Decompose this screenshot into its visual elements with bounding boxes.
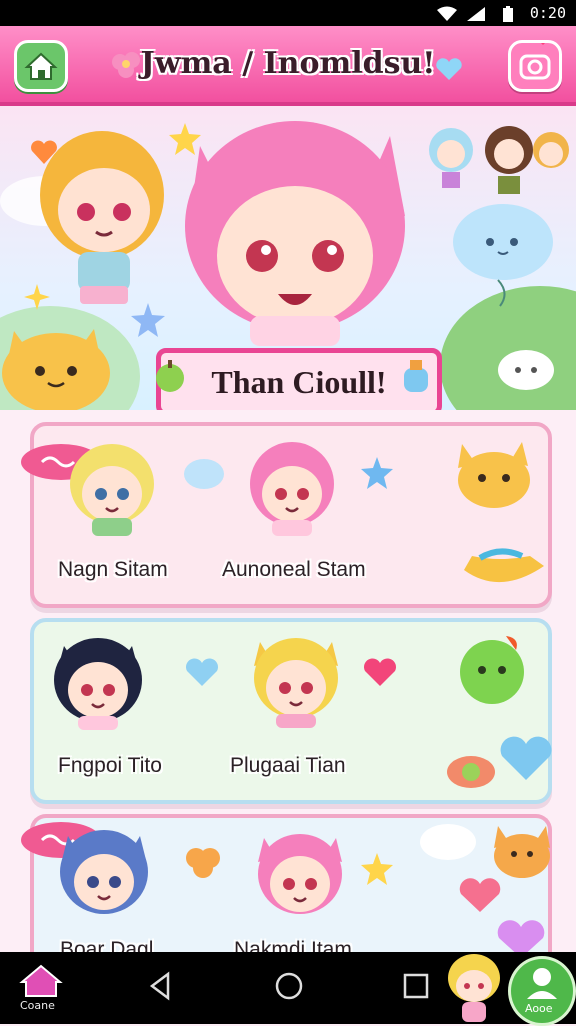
character-portrait-right[interactable]: [252, 828, 348, 924]
small-characters-group: [429, 126, 569, 194]
star-icon: [361, 853, 393, 885]
profile-button[interactable]: Aooe: [508, 956, 576, 1026]
cat-face-icon: [494, 826, 550, 878]
heart-icon: [436, 58, 462, 80]
candy-icon: [447, 756, 495, 788]
character-name-left: Nagn Sitam: [58, 558, 168, 581]
heart-icon: [500, 736, 552, 780]
character-card-2[interactable]: Fngpoi Tito Plugaai Tian: [30, 618, 552, 804]
home-tab-label: Coane: [20, 999, 55, 1012]
yellow-cat-icon: [2, 329, 110, 410]
character-portrait-left[interactable]: [56, 826, 152, 922]
character-name-right: Plugaai Tian: [230, 754, 346, 777]
home-button[interactable]: [14, 40, 68, 92]
chibi-girl-icon: [448, 954, 500, 1022]
profile-button-label: Aooe: [525, 1002, 553, 1015]
cloud-face-icon: [498, 350, 554, 390]
character-card-1[interactable]: Nagn Sitam Aunoneal Stam: [21, 422, 552, 608]
heart-icon: [186, 658, 218, 686]
recents-icon[interactable]: [402, 970, 430, 1002]
star-icon: [131, 303, 165, 337]
fruit-icon: [156, 360, 184, 392]
green-apple-icon: [460, 636, 524, 704]
home-icon: [19, 964, 63, 997]
camera-icon: [519, 40, 551, 80]
hero-banner-text: Than Cioull!: [211, 364, 387, 400]
cat-face-icon: [458, 442, 530, 508]
character-portrait-right[interactable]: [248, 632, 344, 728]
wifi-icon: [437, 6, 457, 21]
star-icon: [361, 457, 393, 489]
cloud-balloon-icon: [453, 204, 553, 307]
status-time: 0:20: [529, 4, 566, 22]
user-icon: [527, 968, 557, 999]
character-portrait-left[interactable]: [50, 634, 146, 730]
cloud-icon: [184, 459, 224, 489]
signal-icon: [467, 7, 485, 21]
character-name-right: Aunoneal Stam: [222, 558, 366, 581]
bottom-navbar: Coane Aooe: [0, 952, 576, 1026]
flower-icon: [186, 848, 220, 878]
character-card-3[interactable]: Boar Dagl Nakmdi Itam: [21, 814, 552, 968]
heart-icon: [31, 140, 57, 164]
top-header: Jwma / Inomldsu!: [0, 26, 576, 106]
star-icon: [169, 123, 201, 155]
cloud-face-icon: [420, 824, 476, 860]
battery-icon: [503, 6, 513, 22]
camera-button[interactable]: [508, 40, 562, 92]
home-icon: [24, 52, 58, 80]
page-title: Jwma / Inomldsu!: [140, 46, 436, 81]
back-icon[interactable]: [146, 970, 172, 1002]
character-portrait-right[interactable]: [244, 440, 340, 536]
heart-icon: [364, 658, 396, 686]
character-name-left: Fngpoi Tito: [58, 754, 162, 777]
hero-scene: Than Cioull!: [0, 106, 576, 410]
heart-icon: [459, 878, 501, 912]
jetski-icon: [464, 548, 544, 583]
home-tab[interactable]: Coane: [16, 960, 66, 1018]
potion-icon: [404, 360, 428, 392]
character-portrait-left[interactable]: [64, 440, 160, 536]
sparkle-icon: [24, 284, 50, 310]
home-circle-icon[interactable]: [274, 970, 304, 1002]
status-bar: 0:20: [0, 0, 576, 26]
pink-cat-girl-character: [185, 121, 405, 346]
